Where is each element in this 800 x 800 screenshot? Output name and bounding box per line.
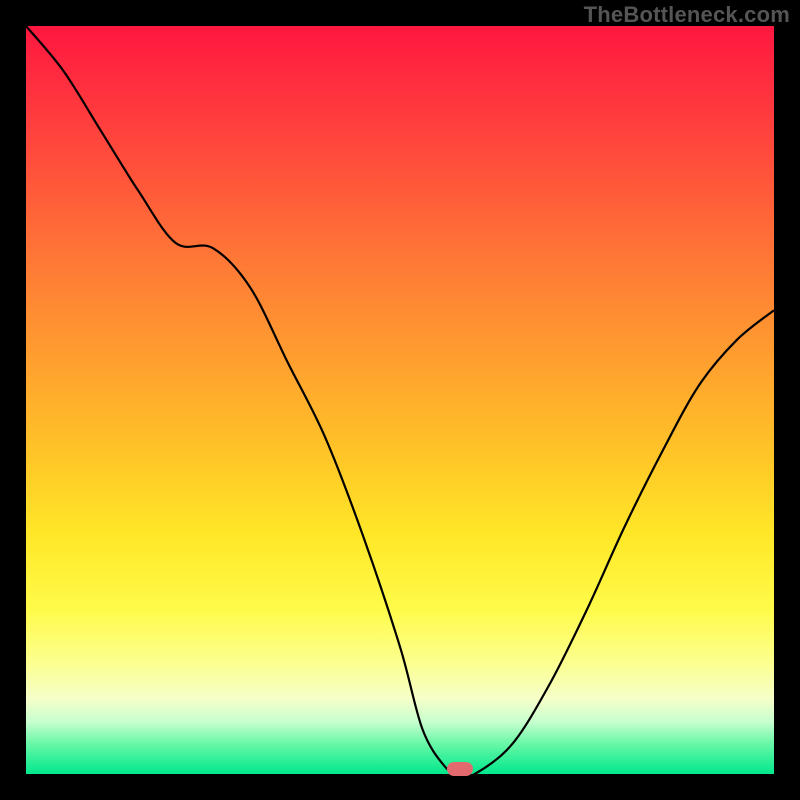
watermark-text: TheBottleneck.com bbox=[584, 2, 790, 28]
bottleneck-curve bbox=[26, 26, 774, 774]
optimal-point-marker bbox=[447, 762, 473, 776]
plot-area bbox=[26, 26, 774, 774]
chart-frame: TheBottleneck.com bbox=[0, 0, 800, 800]
